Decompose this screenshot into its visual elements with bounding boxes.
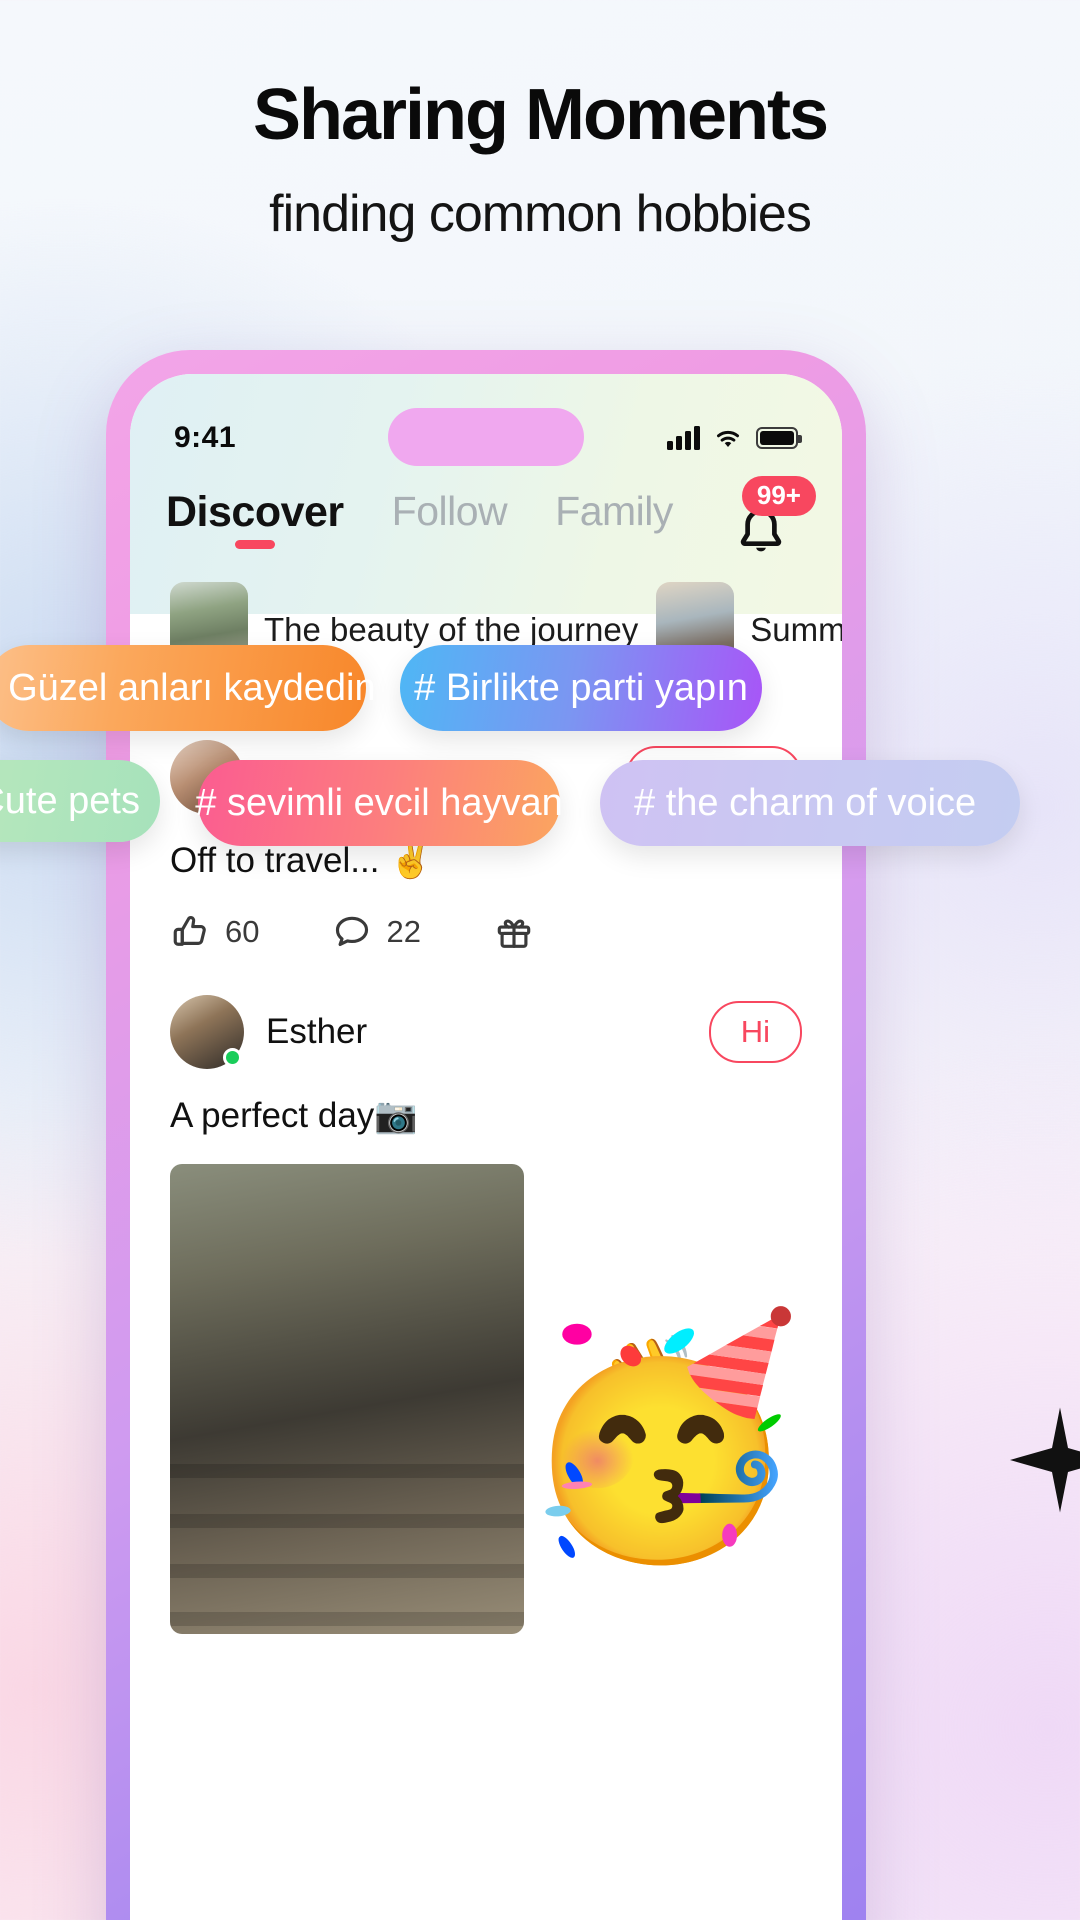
say-hi-button[interactable]: Hi <box>708 1001 802 1063</box>
post-actions: 60 22 <box>170 911 802 953</box>
comment-count: 22 <box>386 914 421 949</box>
post-text: Off to travel... ✌️ <box>170 841 433 880</box>
tab-discover[interactable]: Discover <box>166 488 344 553</box>
page-subtitle: finding common hobbies <box>269 184 812 243</box>
story-title: Summer refre <box>750 611 842 648</box>
hashtag-pill-birlikte-parti[interactable]: # Birlikte parti yapın <box>400 645 762 731</box>
hashtag-pill-label: Cute pets <box>0 779 140 822</box>
tab-follow-label: Follow <box>391 488 508 534</box>
post-photo[interactable] <box>170 1164 524 1634</box>
post-text: A perfect day📷 <box>170 1096 418 1135</box>
notification-badge: 99+ <box>741 476 816 516</box>
status-bar: 9:41 <box>130 374 842 474</box>
status-icons <box>667 426 802 450</box>
hashtag-pill-label: # the charm of voice <box>634 781 977 824</box>
nav-tabs: Discover Follow Family 99+ <box>130 474 842 562</box>
tab-active-underline <box>234 540 275 549</box>
hashtag-pill-guzel-anlari[interactable]: # Güzel anları kaydedin <box>0 645 376 731</box>
sparkle-star <box>1010 1407 1080 1513</box>
tab-follow[interactable]: Follow <box>391 488 508 551</box>
comment-bubble-icon <box>336 916 369 946</box>
signal-bars-icon <box>667 426 700 450</box>
post-header: Esther Hi <box>170 995 802 1069</box>
hashtag-pill-label: # sevimli evcil hayvan <box>195 781 563 824</box>
party-face-emoji: 🥳 <box>518 1308 805 1565</box>
hashtag-pill-sevimli-evcil-hayvan[interactable]: # sevimli evcil hayvan <box>195 760 563 846</box>
tab-discover-label: Discover <box>166 488 344 536</box>
like-button[interactable]: 60 <box>170 911 259 953</box>
tab-family-label: Family <box>555 488 673 534</box>
notifications-button[interactable]: 99+ <box>728 476 816 562</box>
thumbs-up-icon <box>173 915 206 946</box>
hashtag-pill-label: # Güzel anları kaydedin <box>0 666 376 709</box>
promo-header: Sharing Moments finding common hobbies <box>0 75 1080 244</box>
avatar[interactable] <box>170 995 244 1069</box>
hashtag-pill-label: # Birlikte parti yapın <box>414 666 748 709</box>
tab-family[interactable]: Family <box>555 488 673 551</box>
wifi-icon <box>717 430 739 447</box>
story-title: The beauty of the journey <box>264 611 639 648</box>
online-status-dot <box>223 1048 242 1067</box>
gift-button[interactable] <box>493 911 535 953</box>
like-count: 60 <box>225 914 260 949</box>
page-title: Sharing Moments <box>252 75 829 155</box>
hashtag-pill-cute-pets[interactable]: Cute pets <box>0 760 160 842</box>
comment-button[interactable]: 22 <box>331 911 421 953</box>
battery-full-icon <box>756 427 802 449</box>
status-time: 9:41 <box>174 421 237 454</box>
hashtag-pill-charm-of-voice[interactable]: # the charm of voice <box>600 760 1020 846</box>
dynamic-island <box>388 408 584 466</box>
post-author-name: Esther <box>266 1012 368 1051</box>
gift-icon <box>497 919 531 948</box>
